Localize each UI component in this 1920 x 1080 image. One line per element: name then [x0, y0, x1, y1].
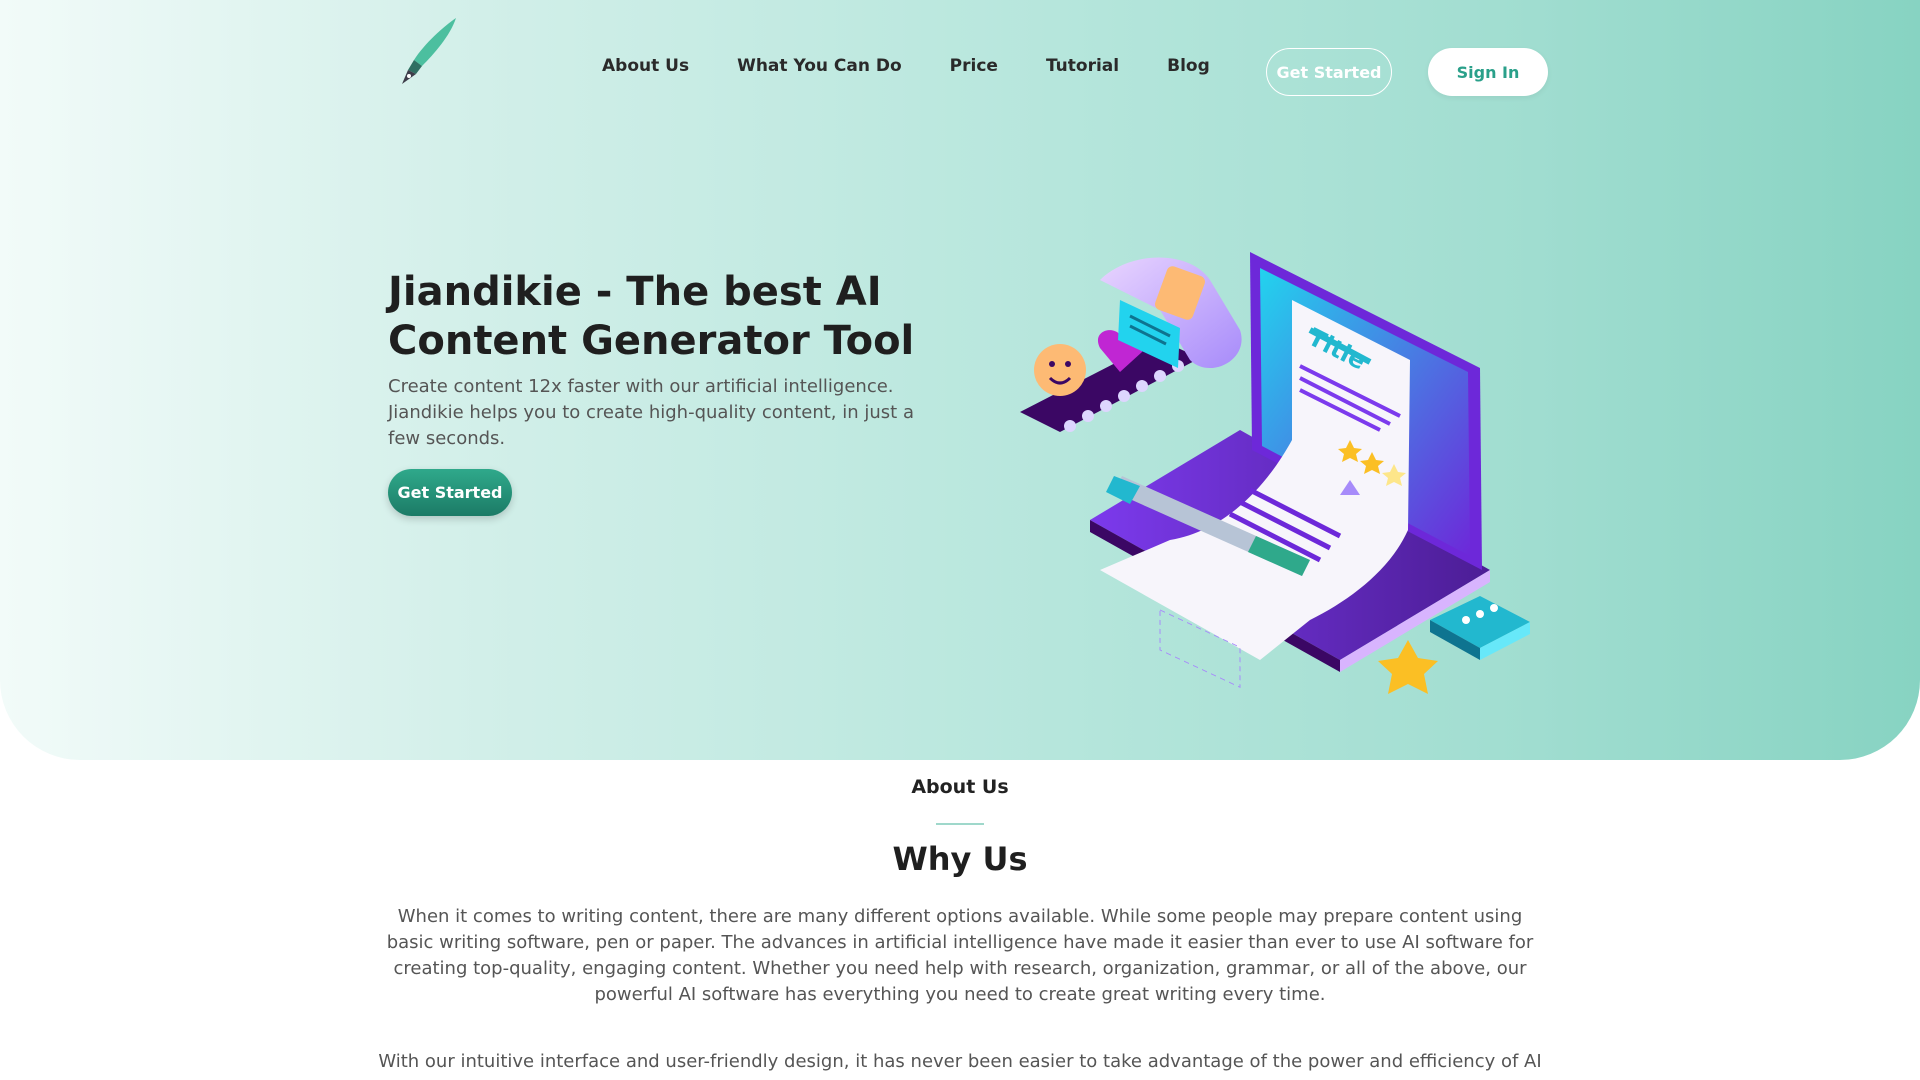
header-get-started-button[interactable]: Get Started: [1266, 48, 1392, 96]
nav-price[interactable]: Price: [950, 56, 998, 76]
laptop-ai-illustration: Title: [1010, 240, 1540, 700]
nav-about-us[interactable]: About Us: [602, 56, 689, 76]
nav-what-you-can-do[interactable]: What You Can Do: [737, 56, 902, 76]
hero-get-started-button[interactable]: Get Started: [388, 469, 512, 516]
hero-title: Jiandikie - The best AI Content Generato…: [388, 269, 915, 364]
hero-section: About Us What You Can Do Price Tutorial …: [0, 0, 1920, 760]
sign-in-button[interactable]: Sign In: [1428, 48, 1548, 96]
about-paragraph-2: With our intuitive interface and user-fr…: [378, 1051, 1542, 1072]
about-section-label: About Us: [911, 776, 1009, 798]
main-nav: About Us What You Can Do Price Tutorial …: [602, 56, 1258, 76]
hero-subtitle: Create content 12x faster with our artif…: [388, 376, 914, 449]
about-paragraph-1: When it comes to writing content, there …: [386, 906, 1534, 1005]
nav-tutorial[interactable]: Tutorial: [1046, 56, 1119, 76]
feather-pen-icon[interactable]: [394, 16, 464, 86]
section-divider: [936, 823, 984, 825]
nav-blog[interactable]: Blog: [1167, 56, 1210, 76]
why-us-heading: Why Us: [892, 840, 1028, 878]
